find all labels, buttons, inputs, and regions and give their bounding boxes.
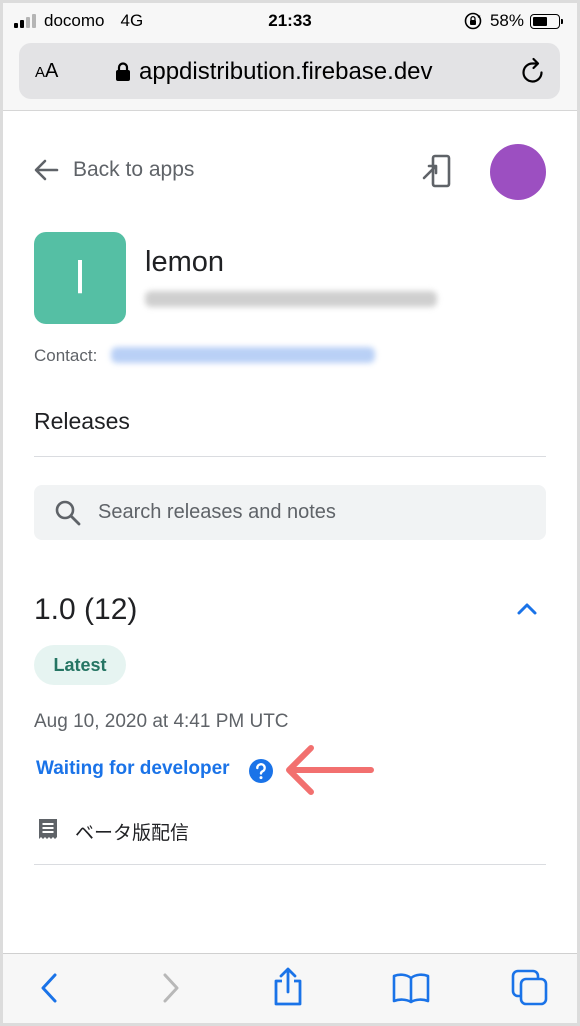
bookmarks-icon[interactable] bbox=[391, 970, 431, 1006]
contact-label: Contact: bbox=[34, 346, 98, 365]
back-label: Back to apps bbox=[73, 158, 195, 181]
search-placeholder: Search releases and notes bbox=[98, 501, 336, 523]
browser-window: docomo 4G 21:33 58% AA appdistribution.f… bbox=[3, 3, 577, 1023]
url-text: appdistribution.firebase.dev bbox=[139, 58, 433, 85]
redacted-contact-email bbox=[111, 347, 375, 363]
release-date: Aug 10, 2020 at 4:41 PM UTC bbox=[34, 711, 289, 732]
reload-icon[interactable] bbox=[520, 57, 546, 85]
help-icon[interactable] bbox=[248, 758, 274, 784]
search-input[interactable]: Search releases and notes bbox=[34, 485, 546, 540]
back-to-apps-link[interactable]: Back to apps bbox=[33, 157, 194, 183]
release-version: 1.0 (12) bbox=[34, 593, 138, 626]
browser-bottom-toolbar bbox=[3, 953, 577, 1023]
latest-badge: Latest bbox=[34, 645, 126, 685]
status-bar: docomo 4G 21:33 58% bbox=[3, 3, 577, 37]
share-icon[interactable] bbox=[271, 966, 305, 1008]
search-icon bbox=[55, 500, 81, 526]
app-icon: l bbox=[34, 232, 126, 324]
text-size-button[interactable]: AA bbox=[35, 60, 58, 83]
orientation-lock-icon bbox=[464, 12, 482, 30]
section-divider bbox=[34, 456, 546, 457]
browser-toolbar: AA appdistribution.firebase.dev bbox=[3, 37, 577, 111]
app-name: lemon bbox=[145, 246, 224, 278]
release-notes: ベータ版配信 bbox=[75, 822, 190, 844]
annotation-arrow-icon bbox=[286, 745, 374, 795]
release-divider bbox=[34, 864, 546, 865]
forward-icon[interactable] bbox=[155, 970, 185, 1006]
release-status-link[interactable]: Waiting for developer bbox=[36, 758, 230, 780]
release-notes-icon bbox=[39, 819, 57, 839]
releases-heading: Releases bbox=[34, 408, 130, 434]
lock-icon bbox=[116, 62, 130, 81]
chevron-up-icon[interactable] bbox=[513, 599, 541, 619]
redacted-app-id bbox=[145, 291, 437, 307]
battery-level bbox=[533, 16, 547, 26]
address-bar[interactable]: AA appdistribution.firebase.dev bbox=[19, 43, 560, 99]
arrow-back-icon bbox=[34, 159, 59, 181]
battery-icon bbox=[530, 13, 563, 29]
user-avatar[interactable] bbox=[490, 144, 546, 200]
back-icon[interactable] bbox=[35, 970, 65, 1006]
tabs-icon[interactable] bbox=[510, 968, 550, 1008]
install-on-device-icon[interactable] bbox=[421, 153, 455, 191]
battery-percent: 58% bbox=[489, 11, 524, 30]
